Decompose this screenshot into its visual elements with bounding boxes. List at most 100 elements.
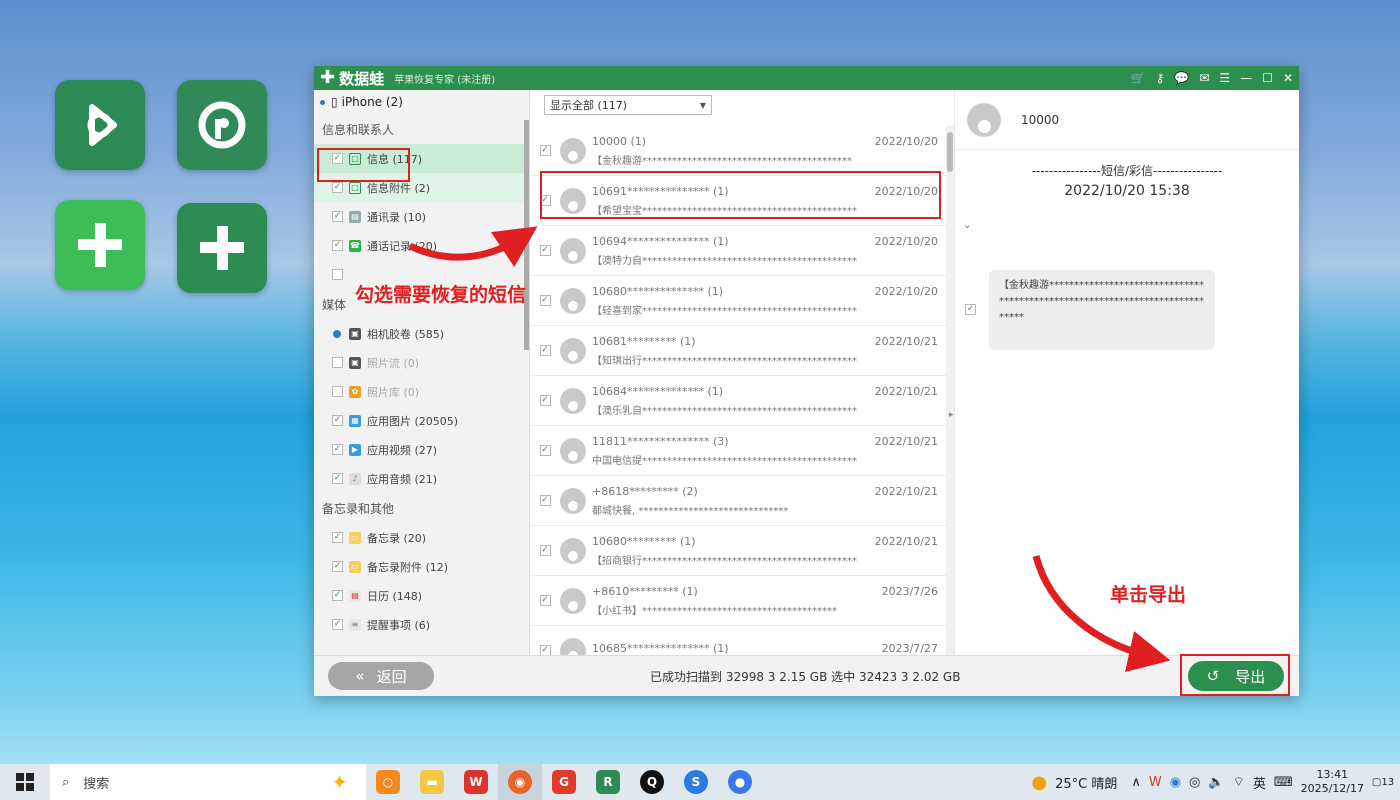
feedback-icon[interactable]: ✉: [1199, 71, 1209, 85]
checkbox[interactable]: [332, 386, 343, 397]
checkbox[interactable]: ✓: [332, 532, 343, 543]
sidebar-item-reminders[interactable]: ✓ ≡ 提醒事项 (6): [314, 610, 529, 639]
browser-tray-icon[interactable]: ◉: [1170, 775, 1181, 790]
sidebar-item-calendar[interactable]: ✓ ▤ 日历 (148): [314, 581, 529, 610]
message-preview: 【轻喜到家***********************************…: [592, 305, 857, 317]
radio-selected[interactable]: [333, 329, 341, 338]
plus-logo-icon: ✚: [320, 67, 336, 88]
checkbox[interactable]: ✓: [332, 182, 343, 193]
taskbar-app-r-recovery[interactable]: R: [586, 764, 630, 800]
checkbox[interactable]: ✓: [539, 245, 551, 256]
back-button[interactable]: « 返回: [328, 662, 434, 690]
checkbox[interactable]: ✓: [332, 240, 343, 251]
minimize-icon[interactable]: —: [1240, 71, 1252, 85]
checkbox[interactable]: [332, 357, 343, 368]
taskbar-app-search-tool[interactable]: ○: [366, 764, 410, 800]
device-item[interactable]: ▯ iPhone (2): [314, 90, 529, 114]
message-row[interactable]: ✓ 11811*************** (3) 2022/10/21 中国电信提…: [530, 426, 946, 476]
taskbar-app-recovery[interactable]: G: [542, 764, 586, 800]
play-logo-icon: [87, 104, 117, 146]
cart-icon[interactable]: 🛒: [1131, 71, 1146, 85]
sidebar-item-app-audio[interactable]: ✓ ♪ 应用音频 (21): [314, 464, 529, 493]
clock[interactable]: 13:41 2025/12/17: [1301, 768, 1364, 796]
checkbox[interactable]: [332, 269, 343, 280]
taskbar-app-firefox[interactable]: ◉: [498, 764, 542, 800]
wps-tray-icon[interactable]: W: [1149, 775, 1162, 790]
message-row[interactable]: ✓ 10000 (1) 2022/10/20 【金秋趣游***************…: [530, 126, 946, 176]
wifi-icon[interactable]: ⌔: [1233, 774, 1245, 790]
checkbox[interactable]: ✓: [539, 495, 551, 506]
start-button[interactable]: [0, 764, 50, 800]
close-icon[interactable]: ✕: [1283, 71, 1293, 85]
message-text: 10680************** (1) 2022/10/20 【轻喜到家**…: [592, 285, 946, 317]
desktop-icon-datafrog-dark[interactable]: [177, 203, 267, 293]
avatar: [560, 337, 586, 364]
menu-icon[interactable]: ☰: [1219, 71, 1230, 85]
taskbar-search[interactable]: ⌕ 搜索 ✦: [50, 764, 366, 800]
keyboard-icon[interactable]: ⌨: [1274, 775, 1293, 790]
message-row[interactable]: ✓ 10684************** (1) 2022/10/21 【澳乐乳自*…: [530, 376, 946, 426]
taskbar-app-explorer[interactable]: ▬: [410, 764, 454, 800]
network-icon[interactable]: ◎: [1189, 775, 1200, 790]
checkbox[interactable]: ✓: [539, 595, 551, 606]
desktop-icon-recovery-app[interactable]: [177, 80, 267, 170]
message-row[interactable]: ✓ 10680********* (1) 2022/10/21 【招商银行******…: [530, 526, 946, 576]
checkbox[interactable]: ✓: [539, 345, 551, 356]
chevron-up-icon[interactable]: ∧: [1131, 775, 1141, 790]
maximize-icon[interactable]: ☐: [1262, 71, 1273, 85]
message-row[interactable]: ✓ 10680************** (1) 2022/10/20 【轻喜到家*…: [530, 276, 946, 326]
message-row[interactable]: ✓ 10685*************** (1) 2023/7/27: [530, 626, 946, 656]
checkbox[interactable]: ✓: [539, 445, 551, 456]
message-type-separator: ----------------短信/彩信----------------: [1031, 164, 1223, 178]
checkbox[interactable]: ✓: [332, 561, 343, 572]
sidebar-item-notes[interactable]: ✓ ▭ 备忘录 (20): [314, 523, 529, 552]
message-text: +8610********* (1) 2023/7/26 【小红书】********…: [592, 585, 946, 617]
sidebar-item-photo-library[interactable]: ✿ 照片库 (0): [314, 377, 529, 406]
checkbox[interactable]: ✓: [332, 619, 343, 630]
chat-icon[interactable]: 💬: [1174, 71, 1189, 85]
taskbar-app-qq[interactable]: Q: [630, 764, 674, 800]
taskbar-app-browser[interactable]: ●: [718, 764, 762, 800]
volume-icon[interactable]: 🔈: [1208, 775, 1224, 790]
message-row[interactable]: ✓ 10694*************** (1) 2022/10/20 【澳特力自…: [530, 226, 946, 276]
sidebar-item-app-videos[interactable]: ✓ ▶ 应用视频 (27): [314, 435, 529, 464]
message-row[interactable]: ✓ +8618********* (2) 2022/10/21 都城快餐, *****…: [530, 476, 946, 526]
weather-label[interactable]: 25°C 晴朗: [1055, 773, 1117, 792]
sidebar-item-call-history[interactable]: ✓ ☎ 通话记录 (20): [314, 231, 529, 260]
checkbox[interactable]: ✓: [332, 211, 343, 222]
filter-dropdown[interactable]: 显示全部 (117) ▼: [544, 95, 712, 115]
taskbar-app-wps[interactable]: W: [454, 764, 498, 800]
desktop-icon-video-app[interactable]: [55, 80, 145, 170]
checkbox[interactable]: ✓: [539, 545, 551, 556]
notification-button[interactable]: ▢ 13: [1372, 771, 1394, 793]
checkbox[interactable]: ✓: [539, 395, 551, 406]
checkbox[interactable]: ✓: [332, 415, 343, 426]
message-row[interactable]: ✓ 10681********* (1) 2022/10/21 【知琪出行******…: [530, 326, 946, 376]
sidebar-item-notes-attachments[interactable]: ✓ ▭ 备忘录附件 (12): [314, 552, 529, 581]
sidebar-item-app-photos[interactable]: ✓ ▦ 应用图片 (20505): [314, 406, 529, 435]
checkbox[interactable]: ✓: [332, 590, 343, 601]
detail-header: 10000: [955, 90, 1299, 150]
desktop-icon-datafrog-light[interactable]: [55, 200, 145, 290]
app-logo: ✚ 数据蛙: [320, 68, 384, 89]
checkbox[interactable]: ✓: [539, 295, 551, 306]
message-checkbox[interactable]: ✓: [965, 304, 976, 315]
sidebar-item-camera-roll[interactable]: ▣ 相机胶卷 (585): [314, 319, 529, 348]
collapse-handle-icon[interactable]: ▸: [949, 410, 954, 420]
message-list-scrollbar[interactable]: [946, 126, 954, 656]
sidebar-item-photo-stream[interactable]: ▣ 照片流 (0): [314, 348, 529, 377]
message-preview: 【澳乐乳自***********************************…: [592, 405, 857, 417]
taskbar-app-sogou[interactable]: S: [674, 764, 718, 800]
ime-indicator[interactable]: 英: [1253, 773, 1266, 792]
message-row[interactable]: ✓ +8610********* (1) 2023/7/26 【小红书】*******…: [530, 576, 946, 626]
scroll-thumb[interactable]: [947, 132, 953, 172]
title-bar: ✚ 数据蛙 苹果恢复专家 (未注册) 🛒 ⚷ 💬 ✉ ☰ — ☐ ✕: [314, 66, 1299, 90]
key-icon[interactable]: ⚷: [1156, 71, 1165, 85]
checkbox[interactable]: ✓: [539, 145, 551, 156]
checkbox[interactable]: ✓: [332, 444, 343, 455]
sidebar-item-contacts[interactable]: ✓ ▤ 通讯录 (10): [314, 202, 529, 231]
chevron-down-icon[interactable]: ⌄: [963, 220, 971, 231]
message-date: 2022/10/21: [874, 534, 938, 548]
clock-date: 2025/12/17: [1300, 782, 1364, 795]
checkbox[interactable]: ✓: [332, 473, 343, 484]
